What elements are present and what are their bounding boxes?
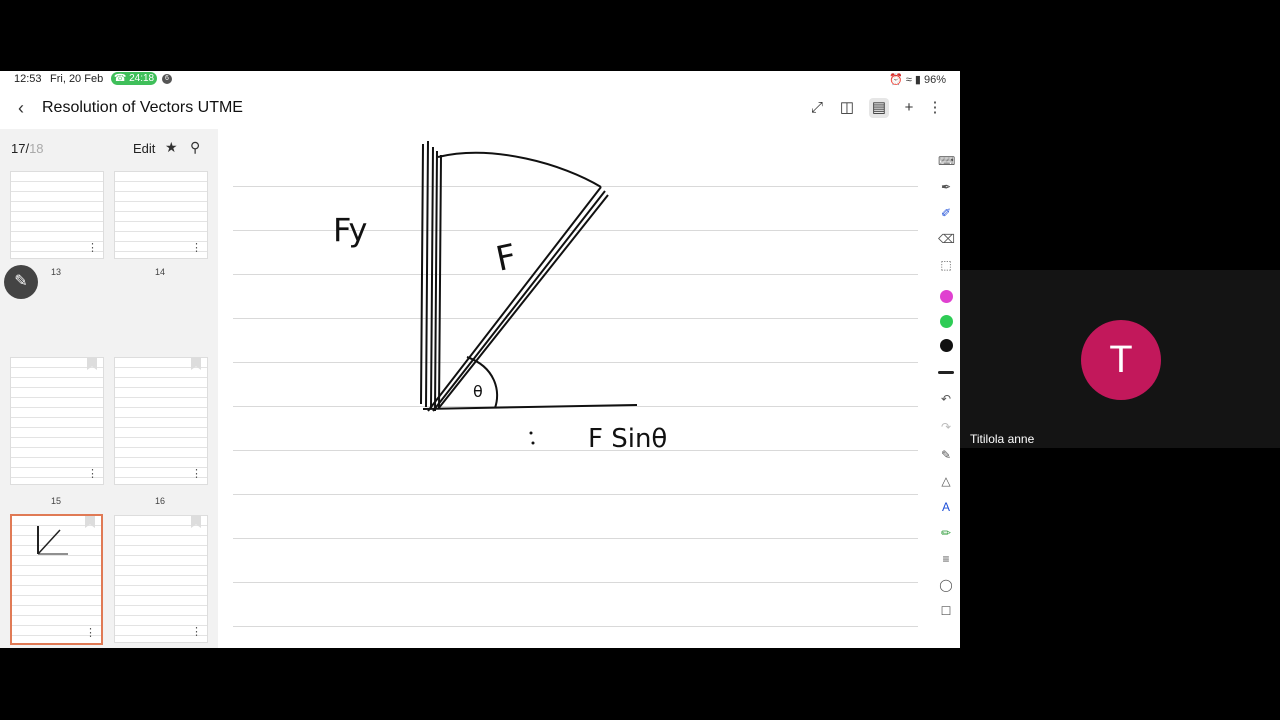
system-indicators: ⏰ ≈ ▮ 96% [889, 73, 946, 86]
video-call-panel: T Titilola anne [960, 270, 1280, 448]
label-theta: θ [473, 382, 483, 401]
page-number: 16 [154, 496, 165, 506]
total-pages: 18 [29, 141, 44, 156]
text-icon[interactable]: A [938, 499, 954, 515]
battery-level: 96% [923, 74, 946, 86]
shape-icon[interactable]: △ [938, 473, 954, 489]
pen-icon[interactable]: ✒ [938, 179, 954, 195]
participant-avatar: T [1081, 320, 1161, 400]
call-timer-pill[interactable]: ☎ 24:18 [111, 72, 157, 85]
bookmark-icon [191, 358, 201, 370]
redo-icon[interactable]: ↷ [938, 419, 954, 435]
participant-name: Titilola anne [970, 432, 1035, 446]
back-icon[interactable]: ‹ [18, 99, 32, 117]
undo-icon[interactable]: ↶ [938, 391, 954, 407]
title-bar: ‹ Resolution of Vectors UTME ⤢ ◫ ▤ + ⋮ [0, 91, 960, 125]
page-number: 14 [154, 267, 165, 277]
highlighter-icon[interactable]: ✐ [938, 205, 954, 221]
marker-icon[interactable]: ✏ [938, 525, 954, 541]
alarm-icon: ⏰ [888, 74, 903, 86]
search-icon[interactable]: ⚲ [190, 139, 200, 156]
page-number: 15 [50, 496, 61, 506]
note-canvas[interactable]: Fy F θ F Sinθ [233, 129, 918, 648]
label-f-sin-theta: F Sinθ [588, 424, 667, 454]
more-icon[interactable]: ⋮ [191, 467, 202, 480]
page-thumbnail[interactable]: ⋮ [10, 171, 104, 259]
text-box-icon[interactable]: ≡ [938, 551, 954, 567]
signal-icon: ▮ [914, 74, 921, 86]
label-fy: Fy [333, 211, 367, 249]
notes-app-window: 12:53 Fri, 20 Feb ☎ 24:18 6 ⏰ ≈ ▮ 96% ‹ … [0, 71, 960, 648]
more-icon[interactable]: ⋮ [85, 626, 96, 639]
page-thumbnail[interactable]: ⋮ [114, 515, 208, 643]
edit-button[interactable]: Edit [133, 141, 155, 156]
status-bar: 12:53 Fri, 20 Feb ☎ 24:18 6 ⏰ ≈ ▮ 96% [0, 71, 960, 87]
handwritten-diagram: Fy F θ F Sinθ [333, 140, 667, 454]
color-swatch-pink[interactable] [940, 290, 953, 303]
lasso-icon[interactable]: ✎ [938, 447, 954, 463]
floating-pen-icon[interactable]: ✎ [4, 265, 38, 299]
wifi-icon: ≈ [905, 74, 912, 86]
page-view-icon[interactable]: ▤ [869, 98, 889, 118]
selection-icon[interactable]: ⬚ [938, 257, 954, 273]
shapes-icon[interactable]: ◯ [938, 577, 954, 593]
book-view-icon[interactable]: ◫ [837, 98, 857, 118]
bookmark-icon [87, 358, 97, 370]
color-swatch-green[interactable] [940, 315, 953, 328]
date: Fri, 20 Feb [50, 73, 104, 85]
call-timer: 24:18 [129, 73, 155, 84]
page-thumbnail[interactable]: ⋮ [114, 171, 208, 259]
page-thumbnails-panel: 17/18 Edit ★ ⚲ ⋮ ⋮ 13 14 ⋮ ⋮ 15 16 ⋮ ⋮ 1… [0, 129, 218, 648]
current-page: 17/ [11, 141, 30, 156]
notification-badge: 6 [162, 74, 172, 84]
add-icon[interactable]: + [899, 98, 919, 118]
stroke-width-indicator[interactable] [938, 371, 954, 374]
tools-toolbar: ⌨ ✒ ✐ ⌫ ⬚ ↶ ↷ ✎ △ A ✏ ≡ ◯ ☐ [930, 129, 960, 648]
more-icon[interactable]: ⋮ [925, 98, 945, 118]
more-icon[interactable]: ⋮ [191, 241, 202, 254]
page-thumbnail-selected[interactable]: ⋮ [10, 514, 103, 645]
page-thumbnail[interactable]: ⋮ [10, 357, 104, 485]
page-thumbnail[interactable]: ⋮ [114, 357, 208, 485]
page-counter: 17/18 [11, 141, 44, 156]
ink-dot [529, 431, 533, 435]
ink-dot [531, 441, 535, 445]
more-icon[interactable]: ⋮ [87, 467, 98, 480]
clock: 12:53 [14, 73, 42, 85]
expand-icon[interactable]: ⤢ [807, 98, 827, 118]
bookmark-icon [191, 516, 201, 528]
lock-icon[interactable]: ☐ [938, 603, 954, 619]
note-title: Resolution of Vectors UTME [42, 99, 243, 116]
bookmark-icon[interactable]: ★ [165, 139, 178, 156]
eraser-icon[interactable]: ⌫ [938, 231, 955, 247]
page-thumbnail-sketch [37, 526, 68, 555]
label-f: F [493, 237, 520, 280]
color-swatch-black[interactable] [940, 339, 953, 352]
more-icon[interactable]: ⋮ [87, 241, 98, 254]
more-icon[interactable]: ⋮ [191, 625, 202, 638]
keyboard-icon[interactable]: ⌨ [938, 153, 955, 169]
